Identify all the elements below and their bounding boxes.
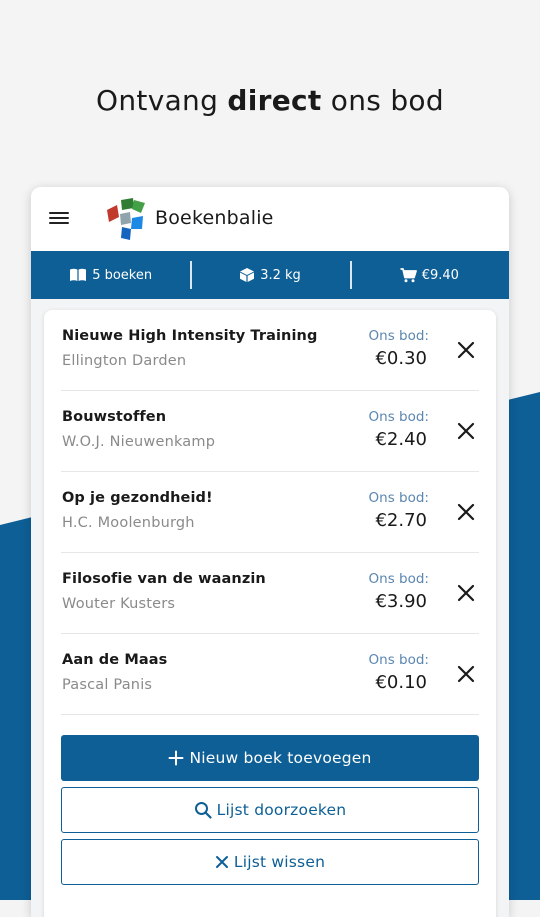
close-icon[interactable]	[453, 580, 479, 606]
search-icon	[194, 802, 212, 819]
add-book-label: Nieuw boek toevoegen	[189, 749, 372, 767]
book-icon	[70, 268, 87, 281]
offer-price: €0.30	[375, 348, 427, 369]
close-icon[interactable]	[453, 337, 479, 363]
plus-icon	[168, 750, 184, 766]
close-icon[interactable]	[453, 661, 479, 687]
offer-price: €2.70	[375, 510, 427, 531]
headline-post: ons bod	[321, 84, 444, 117]
page-headline: Ontvang direct ons bod	[0, 84, 540, 117]
offer-label: Ons bod:	[368, 409, 429, 425]
app-title: Boekenbalie	[155, 207, 274, 229]
boekenbalie-logo	[107, 198, 145, 240]
close-icon[interactable]	[453, 499, 479, 525]
search-list-label: Lijst doorzoeken	[216, 801, 347, 819]
book-title: Filosofie van de waanzin	[62, 571, 266, 587]
book-author: Ellington Darden	[62, 353, 187, 369]
offer-price: €3.90	[375, 591, 427, 612]
add-book-button[interactable]: Nieuw boek toevoegen	[61, 735, 479, 781]
stats-bar: 5 boeken 3.2 kg €9.40	[31, 251, 509, 299]
offer-label: Ons bod:	[368, 328, 429, 344]
list-item: Filosofie van de waanzin Wouter Kusters …	[61, 553, 479, 634]
offer-label: Ons bod:	[368, 571, 429, 587]
list-item: Nieuwe High Intensity Training Ellington…	[61, 310, 479, 391]
clear-list-button[interactable]: Lijst wissen	[61, 839, 479, 885]
app-screen: Boekenbalie 5 boeken 3.2 kg €9.40 Nieuwe…	[31, 187, 509, 917]
book-list-card: Nieuwe High Intensity Training Ellington…	[44, 310, 496, 917]
book-author: H.C. Moolenburgh	[62, 515, 195, 531]
cart-icon	[400, 267, 417, 282]
stat-books: 5 boeken	[31, 251, 190, 299]
stat-total: €9.40	[349, 251, 509, 299]
offer-label: Ons bod:	[368, 490, 429, 506]
close-icon[interactable]	[453, 418, 479, 444]
package-icon	[240, 268, 255, 282]
book-author: W.O.J. Nieuwenkamp	[62, 434, 216, 450]
action-buttons: Nieuw boek toevoegen Lijst doorzoeken Li…	[44, 715, 496, 885]
offer-label: Ons bod:	[368, 652, 429, 668]
book-title: Nieuwe High Intensity Training	[62, 328, 318, 344]
search-list-button[interactable]: Lijst doorzoeken	[61, 787, 479, 833]
book-author: Wouter Kusters	[62, 596, 176, 612]
list-item: Op je gezondheid! H.C. Moolenburgh Ons b…	[61, 472, 479, 553]
content-area: Nieuwe High Intensity Training Ellington…	[31, 299, 509, 917]
stat-weight-label: 3.2 kg	[260, 267, 301, 283]
headline-pre: Ontvang	[96, 84, 228, 117]
close-icon	[215, 856, 228, 868]
book-list: Nieuwe High Intensity Training Ellington…	[44, 310, 496, 715]
book-title: Bouwstoffen	[62, 409, 167, 425]
book-title: Op je gezondheid!	[62, 490, 213, 506]
book-title: Aan de Maas	[62, 652, 168, 668]
stat-total-label: €9.40	[421, 267, 459, 283]
offer-price: €2.40	[375, 429, 427, 450]
book-author: Pascal Panis	[62, 677, 153, 693]
hamburger-menu-icon[interactable]	[49, 209, 69, 227]
clear-list-label: Lijst wissen	[233, 853, 326, 871]
list-item: Aan de Maas Pascal Panis Ons bod: €0.10	[61, 634, 479, 715]
list-item: Bouwstoffen W.O.J. Nieuwenkamp Ons bod: …	[61, 391, 479, 472]
app-bar: Boekenbalie	[31, 187, 509, 251]
offer-price: €0.10	[375, 672, 427, 693]
stat-weight: 3.2 kg	[190, 251, 349, 299]
headline-bold: direct	[227, 84, 322, 117]
stat-books-label: 5 boeken	[92, 267, 153, 283]
